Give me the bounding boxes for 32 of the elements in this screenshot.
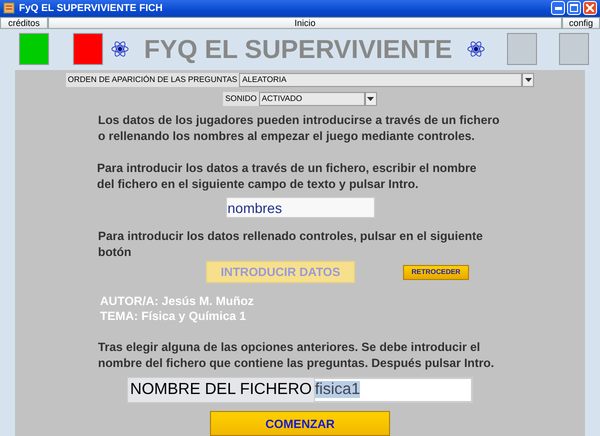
caret-icon — [524, 78, 532, 82]
questions-instructions: Tras elegir alguna de las opciones anteriores. Se debe introducir el nombre del fichero que contiene las preguntas. Después pulsar Intro. — [97, 339, 496, 371]
maximize-icon — [570, 4, 578, 12]
close-icon — [586, 4, 594, 12]
sound-label: SONIDO — [223, 92, 259, 106]
menu-button[interactable]: Inicio — [48, 16, 562, 29]
questions-file-field[interactable]: fisica1 — [314, 378, 472, 402]
atom-icon — [111, 39, 129, 60]
order-dropdown[interactable]: ALEATORIA — [239, 73, 522, 87]
controls-instructions: Para introducir los datos rellenado controles, pulsar en el siguiente botón — [97, 228, 484, 260]
menu-button[interactable]: config — [562, 16, 600, 29]
minimize-icon — [554, 6, 562, 10]
menu-button[interactable]: créditos — [0, 16, 48, 29]
author-text: AUTOR/A: Jesús M. Muñoz — [100, 294, 255, 309]
atom-icon — [467, 39, 486, 60]
dropdown-arrow-button[interactable] — [364, 92, 377, 106]
dropdown-arrow-button[interactable] — [522, 73, 534, 87]
players-file-field[interactable]: nombres — [226, 197, 374, 218]
window-title: FyQ EL SUPERVIVIENTE FICH — [19, 2, 164, 14]
caret-icon — [367, 97, 374, 101]
file-name-label: NOMBRE DEL FICHERO — [128, 378, 314, 402]
app-title: FYQ EL SUPERVIVIENTE — [144, 33, 452, 66]
minimize-button[interactable] — [551, 1, 565, 16]
order-label: ORDEN DE APARICIÓN DE LAS PREGUNTAS — [66, 73, 240, 87]
app-icon — [3, 2, 15, 14]
file-instructions: Para introducir los datos a través de un fichero, escribir el nombre del fichero en el siguiente campo de texto y pulsar Intro. — [96, 160, 478, 192]
close-button[interactable] — [583, 1, 597, 16]
maximize-button[interactable] — [567, 1, 581, 16]
sound-dropdown[interactable]: ACTIVADO — [258, 92, 365, 106]
intro-paragraph: Los datos de los jugadores pueden introducirse a través de un fichero o rellenando los nombres al empezar el juego mediante controles. — [97, 112, 500, 144]
topic-text: TEMA: Física y Química 1 — [100, 309, 248, 324]
start-button[interactable]: COMENZAR — [210, 411, 390, 436]
